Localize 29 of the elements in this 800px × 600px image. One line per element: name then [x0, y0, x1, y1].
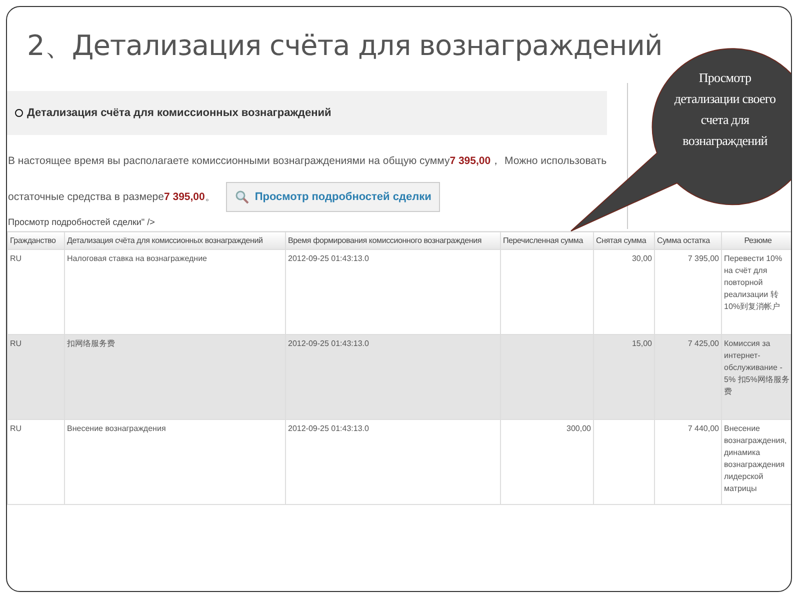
balance-message: В настоящее время вы располагаете комиссионными вознаграждениями на общую сумму7 395,00， Можно использовать [8, 154, 607, 169]
column-header: Снятая сумма [594, 232, 654, 250]
table-cell: 2012-09-25 01:43:13.0 [286, 334, 500, 420]
column-header: Детализация счёта для комиссионных вознаграждений [64, 232, 286, 250]
column-header: Резюме [722, 232, 791, 250]
table-cell: RU [8, 420, 64, 504]
column-header: Перечисленная сумма [500, 232, 594, 250]
table-cell: Комиссия за интернет-обслуживание - 5% 扣5%网络服务费 [722, 334, 791, 420]
column-header: Гражданство [8, 232, 64, 250]
table-row[interactable]: RU Внесение вознаграждения 2012-09-25 01:43:13.0 300,00 7 440,00 Внесение вознаграждения, динамика вознаграждения лидерской матрицы [8, 420, 791, 504]
balance-message: остаточные средства в размере7 395,00。 [8, 190, 216, 205]
table-cell: 15,00 [594, 334, 654, 420]
view-details-button[interactable]: Просмотр подробностей сделки [226, 182, 440, 212]
table-cell: Внесение вознаграждения [64, 420, 286, 504]
column-header: Сумма остатка [654, 232, 722, 250]
circle-icon [15, 109, 23, 117]
table-cell: 7 440,00 [654, 420, 722, 504]
stray-markup-text: Просмотр подробностей сделки" /> [7, 216, 156, 229]
table-cell: 300,00 [500, 420, 594, 504]
table-cell: 2012-09-25 01:43:13.0 [286, 420, 500, 504]
slide-title: 2、Детализация счёта для вознаграждений [27, 28, 662, 64]
column-header: Время формирования комиссионного вознаграждения [286, 232, 500, 250]
search-icon [234, 190, 249, 204]
table-cell: 7 425,00 [654, 334, 722, 420]
table-row[interactable]: RU 扣网络服务费 2012-09-25 01:43:13.0 15,00 7 425,00 Комиссия за интернет-обслуживание - 5% 扣5%网络服务费 [8, 334, 791, 420]
table-cell: 扣网络服务费 [64, 334, 286, 420]
table-cell: RU [8, 334, 64, 420]
callout-text: Просмотр детализации своего счета для вознаграждений [673, 69, 777, 150]
heading-text: Детализация счёта для комиссионных вознаграждений [27, 107, 332, 119]
